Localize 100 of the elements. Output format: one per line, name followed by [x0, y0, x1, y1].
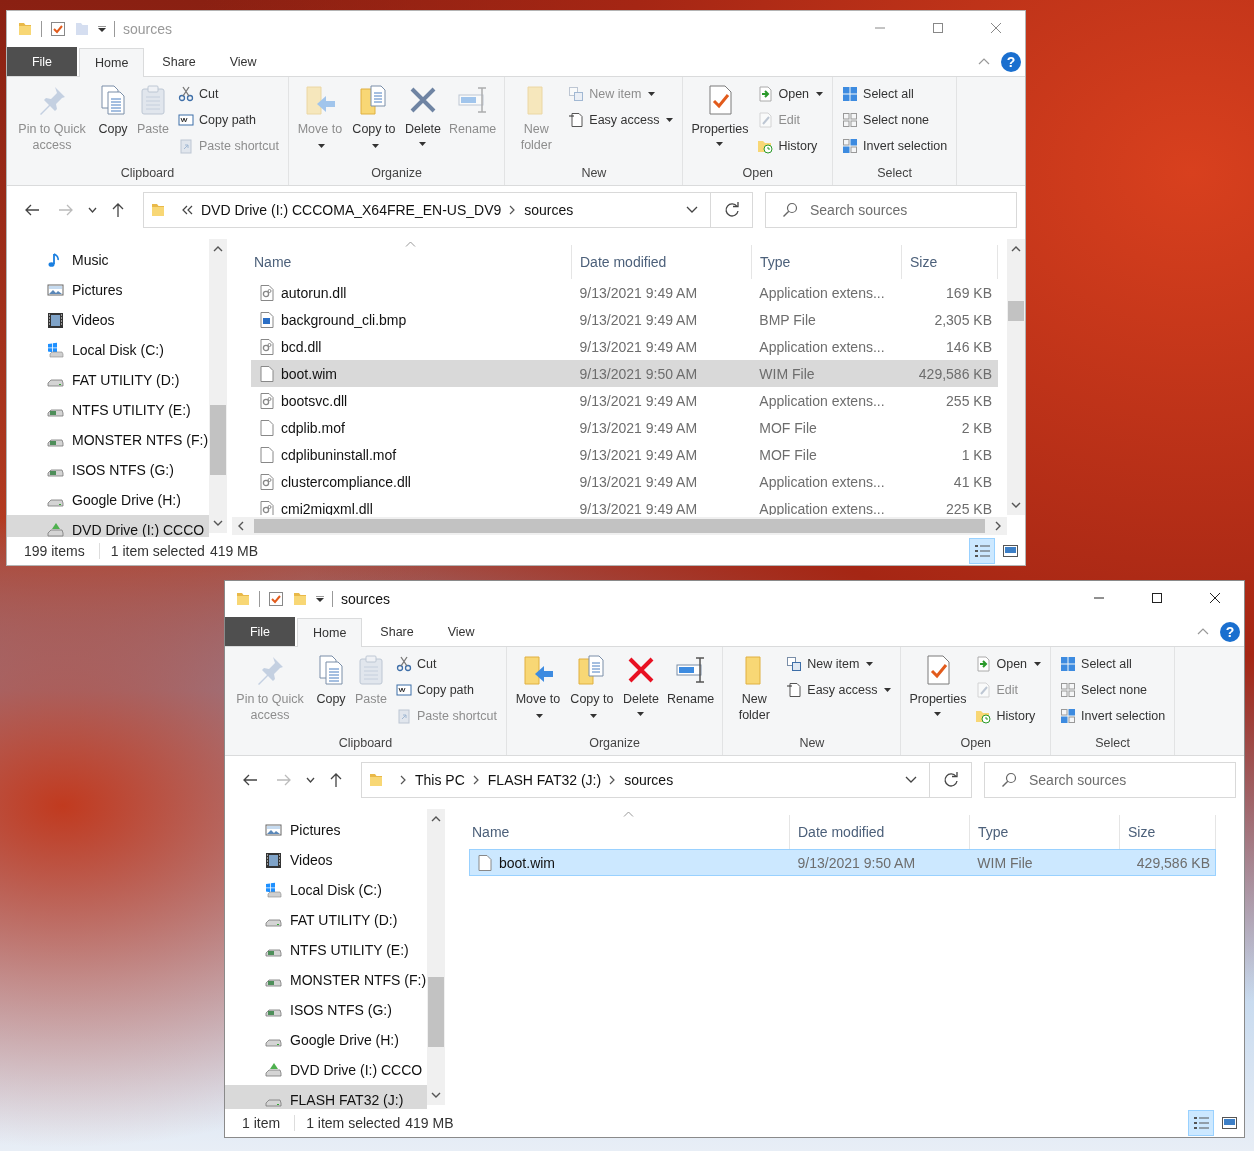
system-drive-icon	[265, 882, 282, 898]
navigation-item[interactable]: NTFS UTILITY (E:)	[225, 935, 427, 965]
history-icon	[757, 138, 774, 154]
ribbon-button[interactable]: Properties	[906, 651, 970, 719]
ribbon-button[interactable]: Easy access	[782, 678, 896, 702]
search-input[interactable]: Search sources	[1029, 762, 1235, 797]
large-icons-view-icon	[1220, 1115, 1238, 1131]
navigation-item[interactable]: Pictures	[225, 815, 427, 845]
ribbon-button[interactable]: Copy path	[392, 678, 501, 702]
disc-drive-icon	[265, 1062, 282, 1078]
navigation-item[interactable]: Local Disk (C:)	[225, 875, 427, 905]
date-modified: 9/13/2021 9:49 AM	[578, 392, 699, 409]
ribbon-tab[interactable]: Share	[364, 617, 430, 646]
scrollbar-thumb[interactable]	[428, 977, 444, 1047]
navigation-item[interactable]: ISOS NTFS (G:)	[225, 995, 427, 1025]
copy-path-icon	[396, 682, 412, 698]
ribbon-button[interactable]: History	[753, 134, 828, 158]
chevron-up-icon	[1197, 628, 1209, 635]
file-type: WIM File	[976, 854, 1034, 871]
file-row[interactable]: boot.wim 9/13/2021 9:50 AM WIM File 429,586 KB	[469, 849, 1216, 876]
ribbon-button[interactable]: Open	[971, 652, 1046, 676]
chevron-down-icon	[905, 776, 917, 783]
file-menu-tab[interactable]: File	[225, 617, 295, 646]
ribbon-button[interactable]: Cut	[174, 82, 283, 106]
breadcrumb[interactable]: This PC	[415, 771, 465, 788]
navigation-item[interactable]: FAT UTILITY (D:)	[225, 905, 427, 935]
navigation-item[interactable]: Videos	[225, 845, 427, 875]
ribbon-button[interactable]: Invert selection	[1056, 704, 1170, 728]
ribbon-button[interactable]: Copy to	[565, 651, 618, 726]
file-name: cdplibuninstall.mof	[281, 446, 397, 463]
caret-icon	[934, 712, 942, 716]
window-title: sources	[123, 21, 173, 37]
ribbon-tab[interactable]: View	[431, 617, 491, 646]
select-all-icon	[842, 86, 859, 102]
rename-icon	[674, 654, 707, 686]
settings-file-icon	[259, 473, 275, 490]
date-modified: 9/13/2021 9:49 AM	[578, 419, 699, 436]
chevron-up-icon	[431, 816, 441, 822]
ribbon-button[interactable]: New item	[782, 652, 896, 676]
breadcrumb[interactable]: FLASH FAT32 (J:)	[487, 771, 602, 788]
help-button[interactable]: ?	[1220, 621, 1240, 642]
file-size: 146 KB	[945, 338, 993, 355]
ribbon-button[interactable]: Copy to	[347, 81, 400, 156]
address-bar[interactable]: This PC FLASH FAT32 (J:) sources	[361, 761, 930, 798]
caret-icon	[816, 92, 824, 96]
ribbon-button[interactable]: New folder	[728, 651, 781, 726]
view-toggle-button[interactable]	[1188, 1110, 1214, 1136]
ribbon-button[interactable]: Copy path	[174, 108, 283, 132]
navigation-item[interactable]: MONSTER NTFS (F:)	[225, 965, 427, 995]
chevron-down-icon	[1011, 502, 1021, 508]
date-modified: 9/13/2021 9:50 AM	[578, 365, 699, 382]
scrollbar[interactable]	[427, 809, 445, 1105]
breadcrumb[interactable]: sources	[624, 771, 674, 788]
invert-selection-icon	[1060, 708, 1077, 724]
ribbon-button[interactable]: Select all	[1056, 652, 1170, 676]
caret-icon	[316, 596, 324, 602]
file-icon	[259, 365, 275, 382]
ribbon-button[interactable]: Open	[753, 82, 828, 106]
ribbon-button[interactable]: Properties	[688, 81, 752, 149]
ribbon-button[interactable]: Copy	[312, 651, 350, 710]
disc-drive-icon	[47, 522, 64, 537]
folder-icon	[368, 771, 384, 788]
ribbon-tab[interactable]: Home	[297, 618, 363, 647]
chevron-down-icon	[305, 776, 315, 783]
ribbon-button[interactable]: Delete	[619, 651, 663, 719]
caret-icon	[648, 92, 656, 96]
image-file-icon	[259, 311, 275, 328]
caret-icon	[716, 142, 724, 146]
selection-size: 419 MB	[209, 543, 259, 559]
file-name: clustercompliance.dll	[281, 473, 411, 490]
file-size: 429,586 KB	[917, 365, 993, 382]
file-name: boot.wim	[499, 854, 556, 871]
up-arrow-icon	[328, 771, 344, 788]
caret-icon	[884, 688, 892, 692]
ribbon-button[interactable]: Copy	[94, 81, 132, 140]
navigation-item[interactable]: DVD Drive (I:) CCCO	[225, 1055, 427, 1085]
navigation-item[interactable]: FLASH FAT32 (J:)	[225, 1085, 427, 1109]
scissors-icon	[396, 656, 412, 672]
ribbon-button[interactable]: Delete	[401, 81, 445, 149]
ribbon-button[interactable]: Select none	[838, 108, 952, 132]
ribbon-button[interactable]: Rename	[664, 651, 718, 710]
refresh-button[interactable]	[930, 761, 972, 798]
ribbon-button[interactable]: Select none	[1056, 678, 1170, 702]
navigation-item[interactable]: Google Drive (H:)	[225, 1025, 427, 1055]
new-item-icon	[786, 656, 803, 672]
file-size: 255 KB	[945, 392, 993, 409]
group-label: New	[580, 165, 608, 182]
ribbon-button[interactable]: History	[971, 704, 1046, 728]
ribbon-button[interactable]: Invert selection	[838, 134, 952, 158]
ribbon-button[interactable]: Easy access	[564, 108, 678, 132]
folder-icon	[150, 201, 166, 218]
ribbon-button[interactable]: Cut	[392, 652, 501, 676]
ribbon-button[interactable]: Select all	[838, 82, 952, 106]
group-label: Select	[876, 165, 913, 182]
search-icon	[1001, 771, 1017, 788]
search-field[interactable]: Search sources	[984, 761, 1236, 798]
date-modified: 9/13/2021 9:49 AM	[578, 284, 699, 301]
search-icon	[782, 201, 798, 218]
caret-icon	[866, 662, 874, 666]
ribbon-button[interactable]: Move to	[511, 651, 564, 726]
